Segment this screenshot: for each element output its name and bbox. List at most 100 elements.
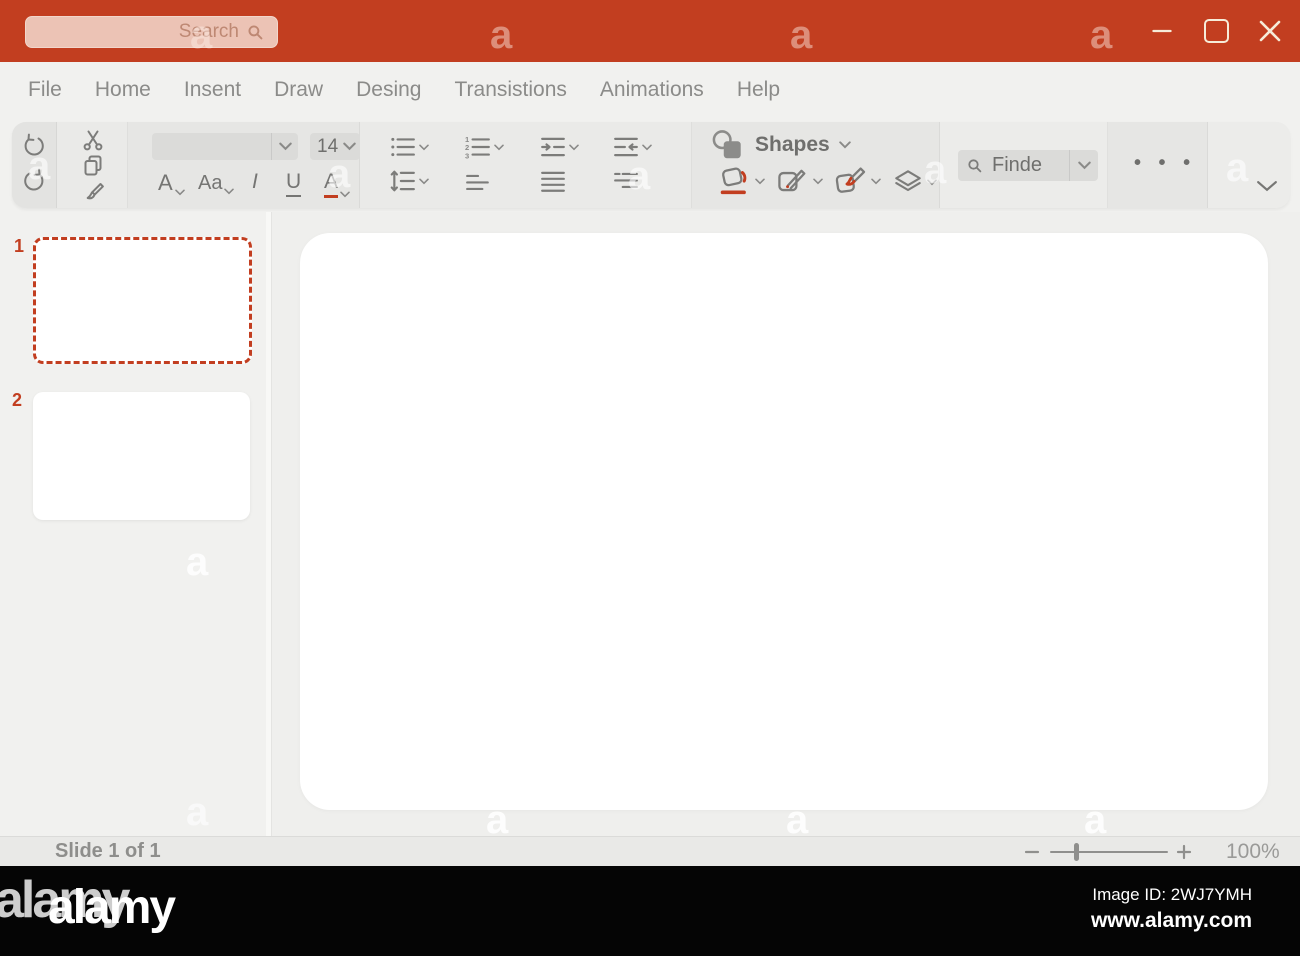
alamy-url-text: www.alamy.com [1090, 908, 1252, 932]
slide-indicator: Slide 1 of 1 [55, 840, 161, 862]
grow-font-button[interactable]: A [158, 170, 185, 196]
align-left-button[interactable] [465, 171, 491, 195]
format-painter-button[interactable] [81, 181, 105, 205]
zoom-level-value[interactable]: 100% [1226, 840, 1280, 864]
zoom-in-icon [1176, 844, 1192, 860]
change-case-button[interactable]: Aa [198, 172, 235, 195]
shape-effects-icon [835, 167, 866, 193]
alamy-footer-bar: alamy Image ID: 2WJ7YMH www.alamy.com [0, 866, 1300, 956]
merge-shapes-button[interactable] [892, 168, 937, 196]
search-input[interactable]: Search [25, 16, 278, 48]
font-size-dropdown-arrow[interactable] [338, 142, 360, 151]
close-icon [1259, 20, 1281, 42]
numbered-list-button[interactable]: 123 [465, 135, 504, 159]
minimize-icon [1152, 29, 1172, 33]
chevron-down-icon [1077, 161, 1091, 170]
italic-button[interactable]: I [252, 170, 258, 194]
presentation-app-window: Search a a a a File Home Insent Draw Des… [0, 0, 1300, 956]
slide-1-number: 1 [14, 236, 25, 256]
grow-font-label: A [158, 170, 173, 195]
close-button[interactable] [1250, 0, 1290, 62]
menu-item-help[interactable]: Help [737, 78, 780, 102]
indent-decrease-button[interactable] [613, 135, 652, 159]
font-name-dropdown-arrow[interactable] [272, 142, 298, 151]
slide-2-thumbnail[interactable] [33, 392, 250, 520]
find-box[interactable]: Finde [958, 150, 1098, 181]
copy-icon [84, 155, 102, 176]
cut-button[interactable] [81, 128, 105, 152]
menu-bar: File Home Insent Draw Desing Transistion… [0, 62, 1300, 118]
alamy-watermark-letter: a [186, 540, 209, 584]
shape-outline-button[interactable] [776, 166, 823, 196]
font-size-select[interactable]: 14 [310, 133, 360, 160]
shapes-button[interactable]: Shapes [710, 129, 851, 161]
shape-effects-button[interactable] [834, 166, 881, 196]
font-name-select[interactable] [152, 133, 298, 160]
chevron-down-icon [419, 144, 429, 150]
menu-item-home[interactable]: Home [95, 78, 151, 102]
search-icon [248, 24, 263, 39]
shapes-icon [712, 130, 741, 159]
format-painter-icon [86, 183, 104, 200]
cut-icon [83, 130, 103, 151]
justify-button[interactable] [540, 169, 566, 193]
undo-button[interactable] [21, 133, 47, 159]
font-color-button[interactable]: A [324, 170, 350, 198]
slide-editing-canvas[interactable] [300, 233, 1268, 810]
numbered-list-icon: 123 [465, 135, 490, 159]
italic-label: I [252, 170, 258, 193]
bullet-list-icon [391, 137, 415, 157]
zoom-out-button[interactable] [1024, 844, 1040, 865]
alamy-logo: alamy [48, 881, 176, 934]
zoom-slider-track[interactable] [1050, 851, 1168, 854]
chevron-down-icon [838, 141, 851, 149]
find-dropdown-arrow[interactable] [1070, 161, 1098, 170]
panel-divider[interactable] [266, 212, 272, 836]
underline-button[interactable]: U [286, 170, 302, 197]
underline-label: U [286, 170, 302, 197]
ribbon-group-paragraph: 123 [360, 122, 692, 208]
shapes-label: Shapes [755, 133, 830, 156]
maximize-button[interactable] [1196, 0, 1236, 62]
chevron-down-icon [340, 191, 350, 198]
menu-item-animations[interactable]: Animations [600, 78, 704, 102]
more-options-button[interactable]: • • • [1134, 152, 1196, 175]
ribbon-group-undo-redo [12, 122, 57, 208]
ribbon-group-collapse [1208, 122, 1290, 208]
menu-item-draw[interactable]: Draw [274, 78, 323, 102]
line-spacing-icon [390, 170, 415, 192]
shape-fill-icon [720, 167, 747, 195]
align-right-icon [614, 172, 638, 189]
alamy-watermark-letter: a [490, 13, 513, 57]
font-color-label: A [324, 170, 339, 198]
workspace: 1 2 a a alamy a a a [0, 212, 1300, 929]
menu-item-transitions[interactable]: Transistions [454, 78, 566, 102]
alamy-watermark-letter: a [790, 13, 813, 57]
alamy-watermark-letter: a [1090, 13, 1113, 57]
chevron-down-icon [342, 142, 356, 151]
redo-button[interactable] [21, 168, 47, 194]
zoom-slider-thumb[interactable] [1074, 843, 1079, 861]
line-spacing-button[interactable] [390, 169, 429, 193]
ribbon-group-more: • • • [1108, 122, 1208, 208]
align-right-button[interactable] [613, 169, 639, 193]
collapse-ribbon-button[interactable] [1256, 180, 1278, 192]
menu-item-insert[interactable]: Insent [184, 78, 241, 102]
ribbon-group-font: 14 A Aa I U A [128, 122, 360, 208]
alamy-credit: Image ID: 2WJ7YMH www.alamy.com [1091, 884, 1252, 935]
chevron-down-icon [569, 144, 579, 150]
undo-icon [24, 133, 44, 156]
alamy-watermark-letter: a [186, 790, 209, 834]
shape-fill-button[interactable] [718, 166, 765, 196]
menu-item-file[interactable]: File [28, 78, 62, 102]
chevron-down-icon [927, 179, 937, 185]
indent-increase-button[interactable] [540, 135, 579, 159]
slide-1-thumbnail[interactable] [33, 237, 252, 364]
ribbon-toolbar: 14 A Aa I U A 1 2 3 Shapes Finde • • • [12, 122, 1290, 208]
zoom-in-button[interactable] [1176, 844, 1192, 865]
chevron-down-icon [494, 144, 504, 150]
copy-button[interactable] [81, 154, 105, 178]
menu-item-design[interactable]: Desing [356, 78, 421, 102]
bullet-list-button[interactable] [390, 135, 429, 159]
minimize-button[interactable] [1142, 0, 1182, 62]
